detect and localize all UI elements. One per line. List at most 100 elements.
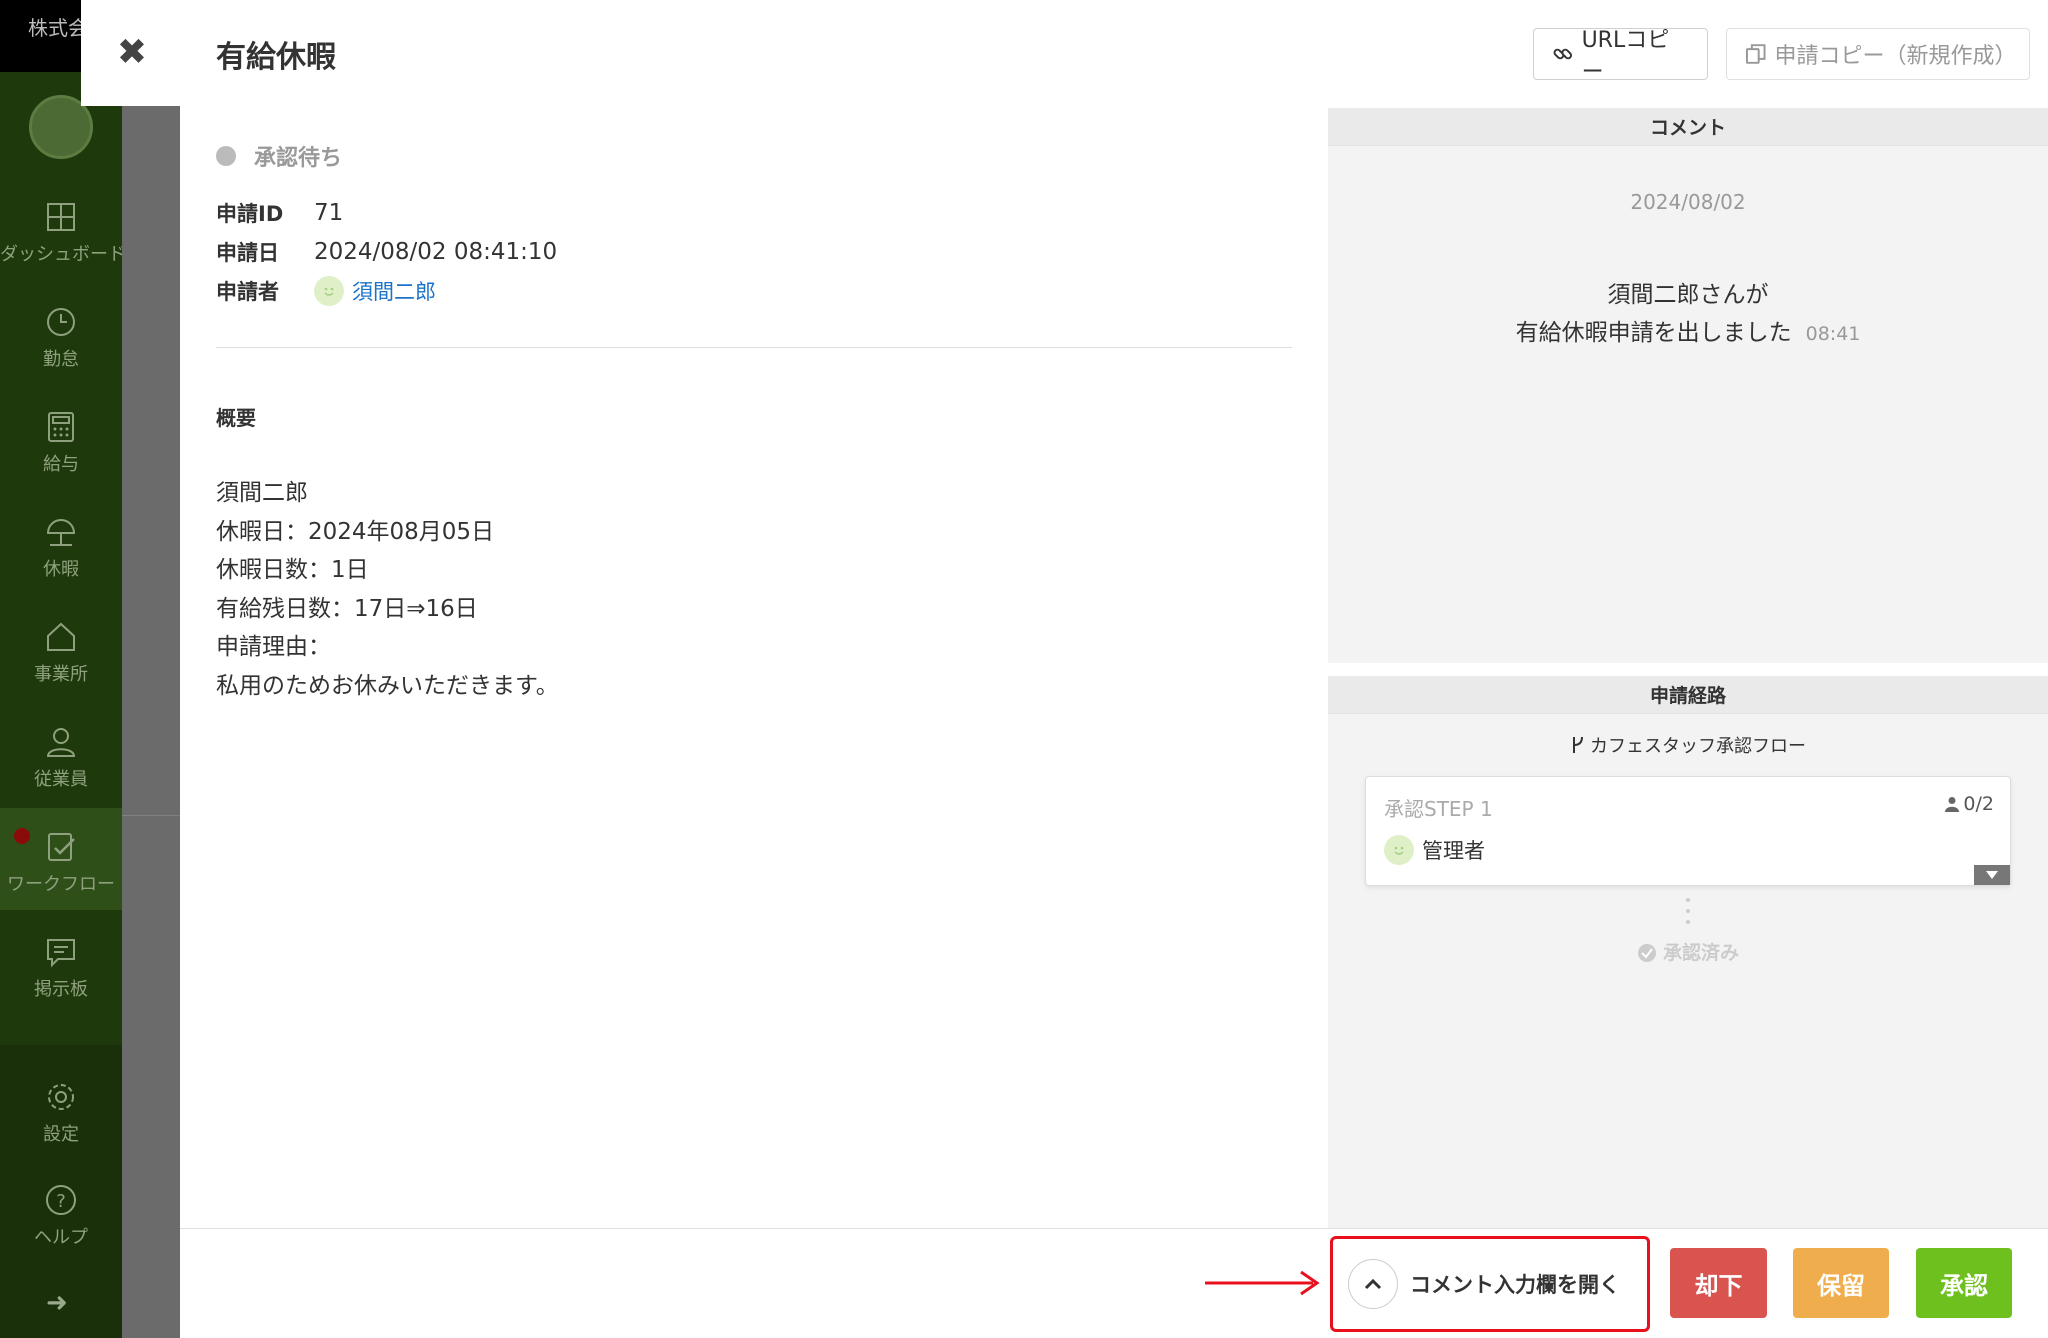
summary-line: 休暇日：2024年08月05日 <box>216 518 495 545</box>
approved-status-label: 承認済み <box>1662 942 1739 964</box>
sidebar-item-label: 勤怠 <box>43 349 79 370</box>
comment-date: 2024/08/02 <box>1630 190 1746 214</box>
person-icon <box>46 728 76 757</box>
copy-icon <box>1745 44 1766 64</box>
open-comment-input-button[interactable]: コメント入力欄を開く <box>1348 1256 1620 1312</box>
svg-text:?: ? <box>56 1191 66 1212</box>
url-copy-button[interactable]: URLコピー <box>1533 28 1708 85</box>
dashboard-icon <box>47 203 75 231</box>
reject-button[interactable]: 却下 <box>1670 1248 1767 1318</box>
workflow-icon <box>48 833 75 861</box>
flow-name: カフェスタッフ承認フロー <box>1328 732 2048 758</box>
comment-panel: コメント 2024/08/02 須間二郎さんが 有給休暇申請を出しました 08:4… <box>1328 108 2048 663</box>
summary-line: 私用のためお休みいただきます。 <box>216 672 559 699</box>
background-overlay <box>122 106 180 1338</box>
approve-button[interactable]: 承認 <box>1916 1248 2012 1318</box>
application-copy-button[interactable]: 申請コピー（新規作成） <box>1726 28 2030 80</box>
field-key: 申請者 <box>216 280 279 304</box>
field-applicant: 申請者 須間二郎 <box>216 276 436 306</box>
comment-line: 有給休暇申請を出しました <box>1515 320 1792 346</box>
close-icon: ✖ <box>116 31 148 73</box>
step-expand-toggle[interactable] <box>1974 865 2010 885</box>
sidebar-item-label: 休暇 <box>43 559 79 580</box>
applicant-link[interactable]: 須間二郎 <box>352 276 436 306</box>
application-copy-label: 申請コピー（新規作成） <box>1774 44 2017 69</box>
status-dot <box>216 146 236 166</box>
sidebar-item-settings[interactable]: 設定 <box>0 1080 122 1146</box>
umbrella-icon <box>46 519 76 546</box>
step-count-label: 0/2 <box>1963 793 1994 815</box>
summary-content: 須間二郎 休暇日：2024年08月05日 休暇日数：1日 有給残日数：17日⇒1… <box>216 474 559 705</box>
calculator-icon <box>48 412 74 442</box>
sidebar-item-label: ヘルプ <box>34 1227 88 1248</box>
hold-button[interactable]: 保留 <box>1793 1248 1889 1318</box>
step-title: 承認STEP 1 <box>1384 797 1493 821</box>
sidebar-item-board[interactable]: 掲示板 <box>0 935 122 1001</box>
comment-time: 08:41 <box>1805 323 1861 345</box>
gear-icon <box>48 1084 74 1110</box>
field-application-date: 申請日 2024/08/02 08:41:10 <box>216 237 557 267</box>
step-approver: 管理者 <box>1384 835 1485 865</box>
branch-icon <box>1573 736 1583 753</box>
status-badge: 承認待ち <box>216 140 342 172</box>
sidebar-item-payroll[interactable]: 給与 <box>0 410 122 476</box>
comment-message: 須間二郎さんが 有給休暇申請を出しました 08:41 <box>1328 276 2048 353</box>
expand-sidebar-icon[interactable]: ➜ <box>46 1288 68 1318</box>
page-title: 有給休暇 <box>216 40 336 75</box>
company-name: 株式会 <box>28 16 88 40</box>
route-panel-header: 申請経路 <box>1328 676 2048 714</box>
sidebar-item-dashboard[interactable]: ダッシュボード <box>0 200 126 266</box>
comment-line-with-time: 有給休暇申請を出しました 08:41 <box>1328 314 2048 353</box>
sidebar-item-label: 従業員 <box>34 769 88 790</box>
status-label: 承認待ち <box>254 146 343 171</box>
step-approver-count: 0/2 <box>1945 793 1994 815</box>
link-icon <box>1553 48 1573 60</box>
sidebar-item-workflow[interactable]: ワークフロー <box>0 808 122 910</box>
step-connector <box>1686 898 1690 924</box>
message-icon <box>47 939 75 968</box>
annotation-arrow <box>1205 1270 1320 1296</box>
approval-route-panel: 申請経路 カフェスタッフ承認フロー 承認STEP 1 0/2 管理者 承認済み <box>1328 676 2048 1230</box>
approver-name: 管理者 <box>1422 839 1485 863</box>
field-key: 申請日 <box>216 241 279 265</box>
sidebar-item-office[interactable]: 事業所 <box>0 620 122 686</box>
divider <box>216 347 1292 348</box>
comment-panel-header: コメント <box>1328 108 2048 146</box>
url-copy-label: URLコピー <box>1581 28 1670 85</box>
sidebar-item-employees[interactable]: 従業員 <box>0 725 122 791</box>
summary-line: 有給残日数：17日⇒16日 <box>216 595 478 622</box>
sidebar-item-label: 事業所 <box>34 664 88 685</box>
sidebar-item-label: ワークフロー <box>7 874 115 895</box>
clock-icon <box>47 308 75 336</box>
sidebar-item-label: 設定 <box>43 1124 79 1145</box>
notification-dot <box>14 828 30 844</box>
sidebar-item-label: 掲示板 <box>34 979 88 1000</box>
field-value: 2024/08/02 08:41:10 <box>314 239 558 265</box>
smile-icon <box>324 287 334 296</box>
check-circle-icon <box>1637 944 1656 962</box>
approval-step-card[interactable]: 承認STEP 1 0/2 管理者 <box>1365 776 2011 886</box>
help-icon: ? <box>46 1185 76 1215</box>
summary-line: 須間二郎 <box>216 480 308 506</box>
close-button[interactable]: ✖ <box>110 28 154 76</box>
home-icon <box>47 622 75 651</box>
sidebar-item-label: 給与 <box>43 454 79 475</box>
summary-line: 申請理由： <box>216 634 331 660</box>
smile-icon <box>1394 846 1404 855</box>
caret-down-icon <box>1986 871 1998 879</box>
sidebar-item-attendance[interactable]: 勤怠 <box>0 305 122 371</box>
summary-line: 休暇日数：1日 <box>216 557 369 583</box>
applicant-avatar <box>314 276 344 306</box>
summary-label: 概要 <box>216 406 256 430</box>
action-footer <box>180 1228 2048 1338</box>
sidebar-item-leave[interactable]: 休暇 <box>0 515 122 581</box>
person-icon <box>1945 797 1960 812</box>
sidebar-item-label: ダッシュボード <box>0 244 126 265</box>
field-application-id: 申請ID 71 <box>216 198 343 228</box>
sidebar-item-help[interactable]: ? ヘルプ <box>0 1183 122 1249</box>
approved-status: 承認済み <box>1328 938 2048 965</box>
open-comment-label: コメント入力欄を開く <box>1410 1273 1620 1297</box>
chevron-up-icon <box>1364 1278 1382 1290</box>
comment-line: 須間二郎さんが <box>1607 282 1769 308</box>
flow-name-label: カフェスタッフ承認フロー <box>1590 736 1806 757</box>
